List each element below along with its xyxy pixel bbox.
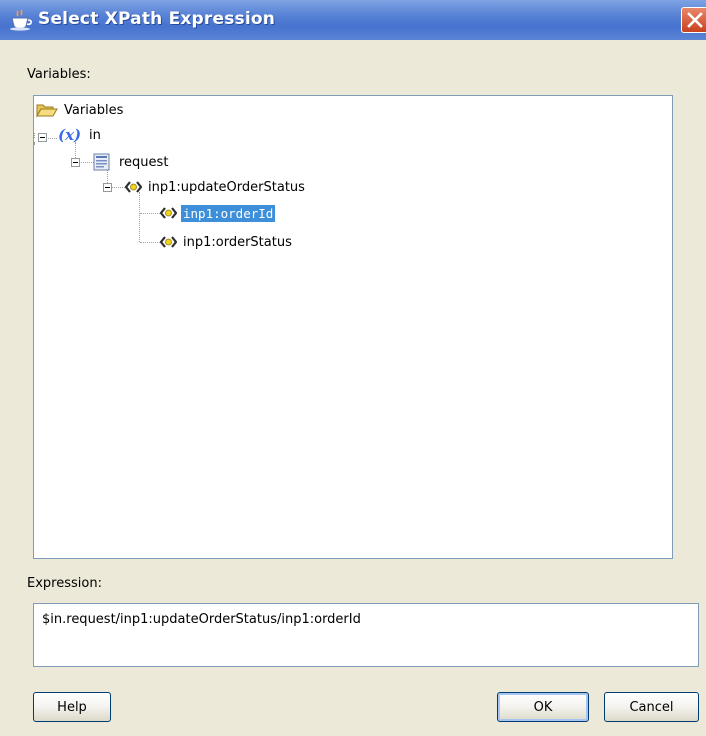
- tree-node-variables[interactable]: Variables: [36, 99, 125, 121]
- collapse-toggle[interactable]: [103, 183, 112, 192]
- tree-node-update-order-status[interactable]: inp1:updateOrderStatus: [124, 176, 307, 198]
- select-xpath-dialog: Select XPath Expression Variables: Varia…: [0, 0, 706, 736]
- svg-text:(x): (x): [58, 127, 81, 143]
- open-folder-icon: [36, 102, 58, 118]
- tree-node-in[interactable]: (x) in: [58, 124, 103, 146]
- cancel-button[interactable]: Cancel: [604, 692, 699, 722]
- tree-connector: [139, 192, 140, 242]
- xml-element-icon: [159, 235, 178, 249]
- collapse-toggle[interactable]: [38, 133, 47, 142]
- tree-node-label: in: [89, 127, 101, 143]
- tree-node-request[interactable]: request: [93, 151, 170, 173]
- tree-node-order-id[interactable]: inp1:orderId: [159, 202, 276, 224]
- window-title: Select XPath Expression: [38, 9, 276, 29]
- title-bar[interactable]: Select XPath Expression: [0, 0, 706, 40]
- variable-x-icon: (x): [58, 126, 84, 144]
- expression-textarea[interactable]: $in.request/inp1:updateOrderStatus/inp1:…: [33, 603, 699, 667]
- tree-node-label: inp1:orderStatus: [183, 234, 292, 250]
- close-button[interactable]: [681, 7, 706, 33]
- xml-element-icon: [159, 206, 178, 220]
- message-part-icon: [93, 153, 111, 171]
- collapse-toggle[interactable]: [71, 158, 80, 167]
- ok-button[interactable]: OK: [497, 692, 589, 722]
- java-coffee-cup-icon: [9, 9, 33, 31]
- close-icon: [687, 12, 703, 28]
- tree-node-order-status[interactable]: inp1:orderStatus: [159, 231, 294, 253]
- tree-connector: [140, 213, 160, 214]
- tree-connector: [34, 133, 35, 138]
- expression-label: Expression:: [27, 576, 102, 591]
- tree-node-label: Variables: [64, 102, 124, 118]
- variables-tree[interactable]: Variables (x) in request inp1:updateOrde…: [33, 95, 673, 559]
- xml-element-icon: [124, 180, 143, 194]
- help-button[interactable]: Help: [33, 692, 111, 722]
- tree-node-label: inp1:updateOrderStatus: [148, 179, 305, 195]
- tree-node-label: request: [119, 154, 169, 170]
- variables-label: Variables:: [27, 67, 91, 82]
- tree-connector: [111, 187, 125, 188]
- tree-connector: [34, 142, 35, 144]
- tree-node-label-selected: inp1:orderId: [181, 204, 276, 222]
- tree-connector: [79, 162, 94, 163]
- tree-connector: [140, 242, 160, 243]
